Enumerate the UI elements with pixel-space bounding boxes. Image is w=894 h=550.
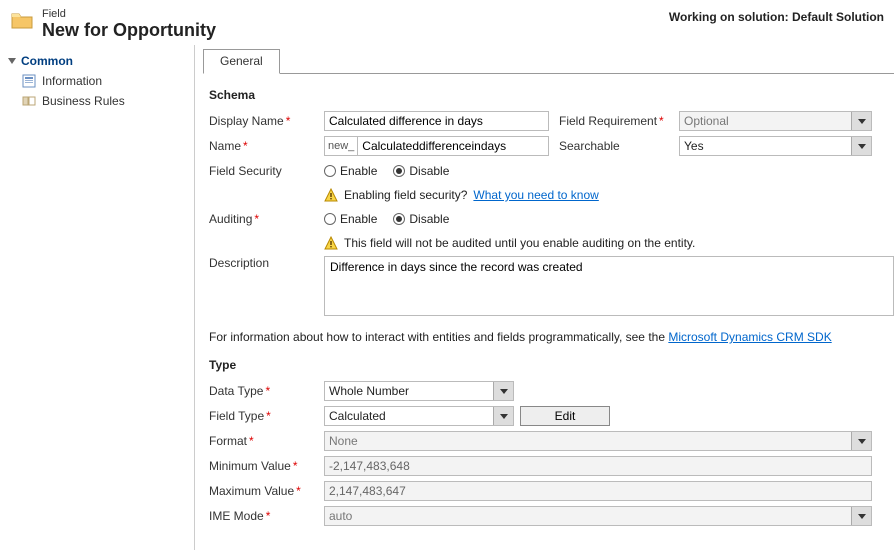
auditing-radio-group: Enable Disable [324, 212, 449, 226]
radio-icon [324, 165, 336, 177]
sidebar: Common Information Business Rules [0, 45, 195, 550]
tab-strip: General [203, 49, 894, 74]
format-select[interactable]: None [324, 431, 872, 451]
label-field-requirement: Field Requirement* [559, 114, 679, 128]
warning-icon [324, 236, 338, 250]
section-type: Type [209, 358, 894, 372]
sidebar-item-label: Business Rules [42, 94, 125, 108]
sdk-link[interactable]: Microsoft Dynamics CRM SDK [668, 330, 831, 344]
sidebar-group-label: Common [21, 54, 73, 68]
edit-button[interactable]: Edit [520, 406, 610, 426]
chevron-down-icon [493, 407, 513, 425]
data-type-select[interactable]: Whole Number [324, 381, 514, 401]
display-name-input[interactable] [324, 111, 549, 131]
description-input[interactable] [324, 256, 894, 316]
sidebar-item-business-rules[interactable]: Business Rules [0, 91, 194, 111]
form-icon [22, 74, 36, 88]
label-display-name: Display Name* [209, 114, 324, 128]
label-field-security: Field Security [209, 164, 324, 178]
label-format: Format* [209, 434, 324, 448]
max-value-input[interactable] [324, 481, 872, 501]
label-field-type: Field Type* [209, 409, 324, 423]
label-data-type: Data Type* [209, 384, 324, 398]
field-requirement-select[interactable]: Optional [679, 111, 872, 131]
solution-context: Working on solution: Default Solution [669, 10, 884, 24]
field-security-radio-group: Enable Disable [324, 164, 449, 178]
chevron-down-icon [851, 432, 871, 450]
folder-icon [10, 8, 34, 32]
chevron-down-icon [493, 382, 513, 400]
label-min-value: Minimum Value* [209, 459, 324, 473]
auditing-hint: This field will not be audited until you… [324, 236, 894, 250]
field-security-hint: Enabling field security? What you need t… [324, 188, 894, 202]
page-header: Field New for Opportunity Working on sol… [0, 0, 894, 45]
name-prefix: new_ [324, 136, 357, 156]
main-panel: General Schema Display Name* Field Requi… [195, 45, 894, 550]
label-max-value: Maximum Value* [209, 484, 324, 498]
sdk-hint: For information about how to interact wi… [209, 330, 894, 344]
radio-icon [393, 213, 405, 225]
ime-mode-select[interactable]: auto [324, 506, 872, 526]
label-description: Description [209, 256, 324, 270]
header-text: Field New for Opportunity [42, 8, 669, 41]
field-security-enable[interactable]: Enable [324, 164, 377, 178]
section-schema: Schema [209, 88, 894, 102]
label-name: Name* [209, 139, 324, 153]
header-sub: Field [42, 8, 669, 20]
label-searchable: Searchable [559, 139, 679, 153]
auditing-disable[interactable]: Disable [393, 212, 449, 226]
searchable-select[interactable]: Yes [679, 136, 872, 156]
radio-icon [393, 165, 405, 177]
radio-icon [324, 213, 336, 225]
header-title: New for Opportunity [42, 20, 669, 41]
label-ime-mode: IME Mode* [209, 509, 324, 523]
warning-icon [324, 188, 338, 202]
sidebar-item-information[interactable]: Information [0, 71, 194, 91]
chevron-down-icon [851, 137, 871, 155]
sidebar-item-label: Information [42, 74, 102, 88]
chevron-down-icon [851, 112, 871, 130]
rules-icon [22, 94, 36, 108]
collapse-icon [8, 58, 16, 64]
name-input[interactable] [357, 136, 549, 156]
field-security-link[interactable]: What you need to know [473, 188, 598, 202]
tab-general[interactable]: General [203, 49, 280, 74]
min-value-input[interactable] [324, 456, 872, 476]
sidebar-group-common[interactable]: Common [0, 51, 194, 71]
field-type-select[interactable]: Calculated [324, 406, 514, 426]
label-auditing: Auditing* [209, 212, 324, 226]
field-security-disable[interactable]: Disable [393, 164, 449, 178]
auditing-enable[interactable]: Enable [324, 212, 377, 226]
